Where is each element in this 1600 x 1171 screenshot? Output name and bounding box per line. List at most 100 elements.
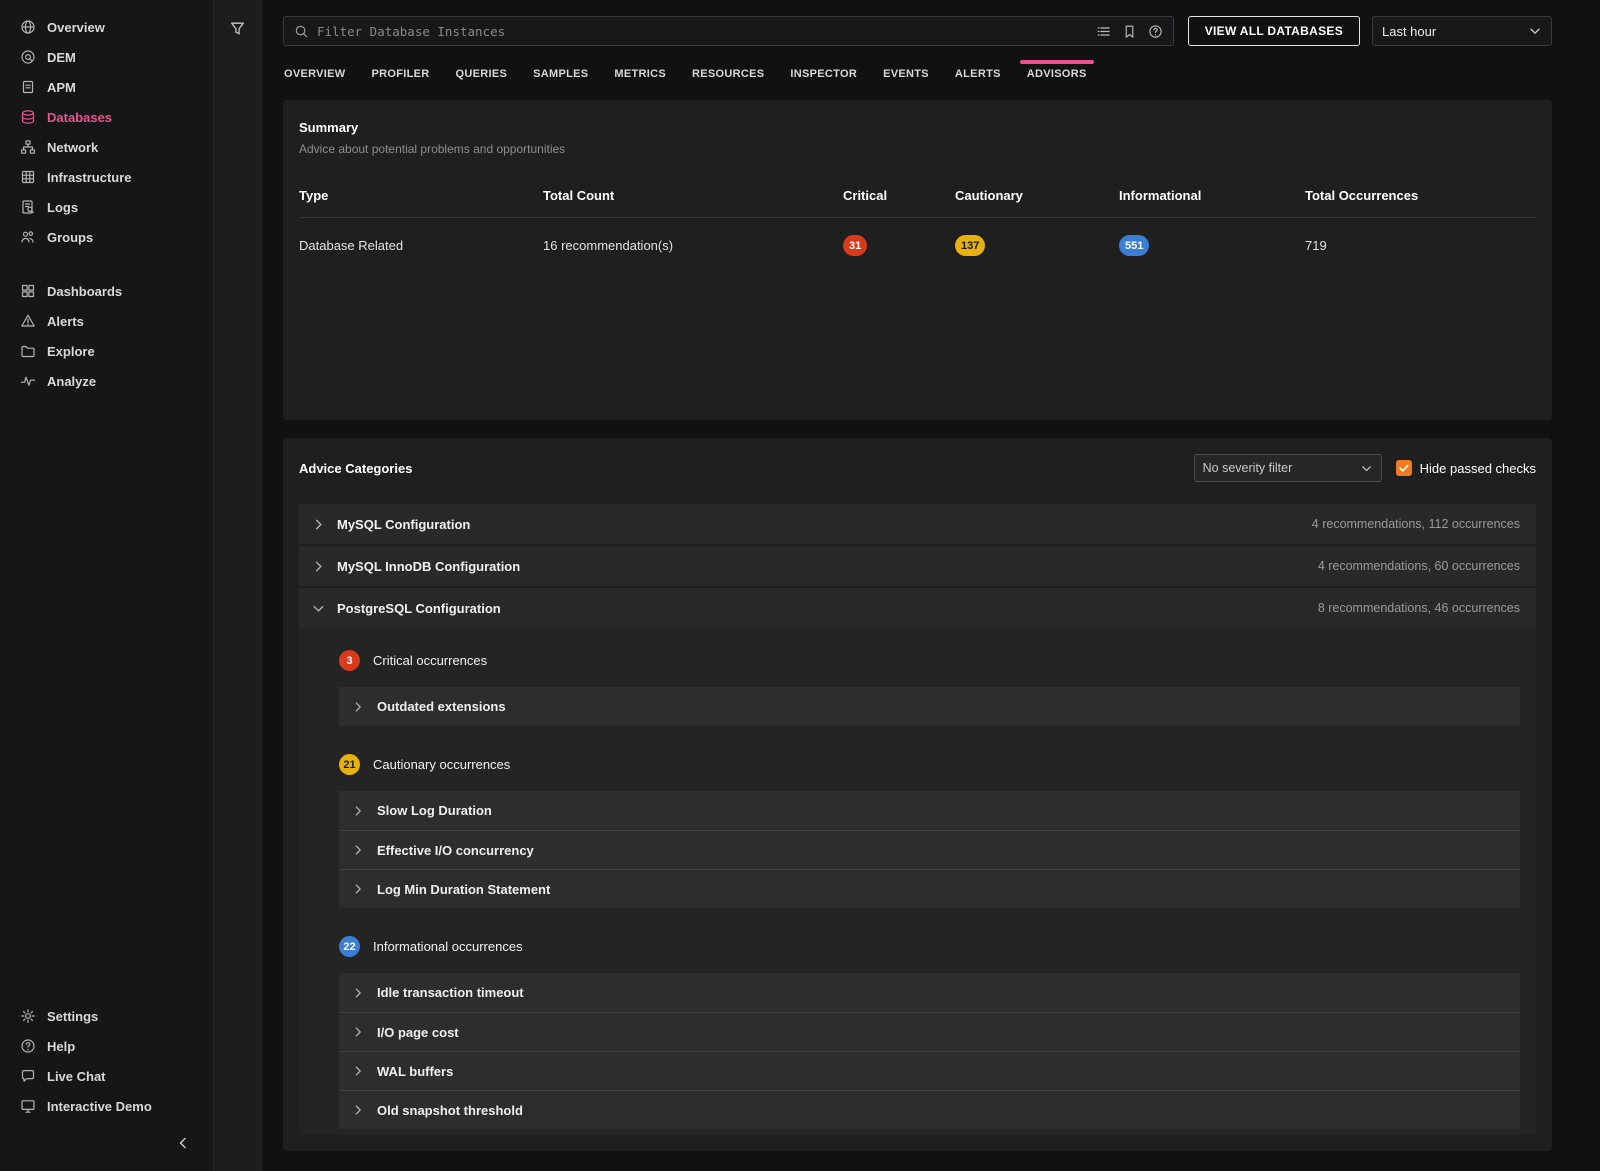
search-icon (294, 24, 309, 39)
advisor-row-wal-buffers[interactable]: WAL buffers (339, 1051, 1520, 1090)
severity-filter-value: No severity filter (1202, 461, 1293, 475)
list-view-icon[interactable] (1096, 24, 1111, 39)
sidebar-item-interactive-demo[interactable]: Interactive Demo (0, 1091, 213, 1121)
advisor-row-log-min-duration-statement[interactable]: Log Min Duration Statement (339, 869, 1520, 908)
tab-events[interactable]: EVENTS (882, 60, 930, 90)
database-icon (20, 109, 36, 125)
chevron-down-icon (1528, 24, 1542, 38)
tab-profiler[interactable]: PROFILER (371, 60, 431, 90)
advisor-label: Slow Log Duration (377, 803, 492, 818)
sidebar-item-label: Groups (47, 229, 94, 245)
sidebar-item-network[interactable]: Network (0, 132, 213, 162)
critical-group-badge: 3 (339, 650, 360, 671)
funnel-filter-icon[interactable] (229, 20, 246, 37)
search-input[interactable] (317, 23, 1088, 39)
folder-icon (20, 343, 36, 359)
column-header-total-count: Total Count (543, 188, 615, 203)
group-label: Critical occurrences (373, 653, 488, 668)
main-panel: VIEW ALL DATABASES Last hour OVERVIEW PR… (262, 0, 1600, 1171)
advisor-label: Old snapshot threshold (377, 1102, 523, 1118)
tab-metrics[interactable]: METRICS (613, 60, 667, 90)
advisor-label: Idle transaction timeout (377, 985, 524, 1000)
sidebar-item-groups[interactable]: Groups (0, 222, 213, 252)
sidebar-item-label: Overview (47, 19, 105, 35)
tab-resources[interactable]: RESOURCES (691, 60, 765, 90)
advisor-row-outdated-extensions[interactable]: Outdated extensions (339, 687, 1520, 726)
advisor-row-effective-io-concurrency[interactable]: Effective I/O concurrency (339, 830, 1520, 869)
cautionary-occurrences-heading: 21 Cautionary occurrences (339, 754, 1520, 775)
category-row-mysql-innodb-configuration[interactable]: MySQL InnoDB Configuration 4 recommendat… (299, 546, 1536, 586)
sidebar-item-dashboards[interactable]: Dashboards (0, 276, 213, 306)
sidebar-item-label: Alerts (47, 313, 84, 329)
sidebar-item-live-chat[interactable]: Live Chat (0, 1061, 213, 1091)
cell-total-count: 16 recommendation(s) (543, 238, 674, 253)
cautionary-group-badge: 21 (339, 754, 360, 775)
advisor-row-slow-log-duration[interactable]: Slow Log Duration (339, 791, 1520, 830)
category-label: MySQL Configuration (337, 516, 471, 532)
sidebar-item-databases[interactable]: Databases (0, 102, 213, 132)
topbar: VIEW ALL DATABASES Last hour (262, 0, 1600, 46)
monitor-icon (20, 1098, 36, 1114)
instance-filter-search[interactable] (283, 16, 1174, 46)
tab-inspector[interactable]: INSPECTOR (789, 60, 858, 90)
category-row-postgresql-configuration[interactable]: PostgreSQL Configuration 8 recommendatio… (299, 588, 1536, 628)
category-summary: 4 recommendations, 112 occurrences (1311, 517, 1520, 531)
advisor-label: Log Min Duration Statement (377, 881, 551, 897)
tab-samples[interactable]: SAMPLES (532, 60, 589, 90)
chevron-right-icon (351, 1103, 365, 1117)
sidebar-item-analyze[interactable]: Analyze (0, 366, 213, 396)
summary-table-row: Database Related 16 recommendation(s) 31… (299, 218, 1536, 273)
advisor-row-old-snapshot-threshold[interactable]: Old snapshot threshold (339, 1090, 1520, 1129)
advisor-row-io-page-cost[interactable]: I/O page cost (339, 1012, 1520, 1051)
sidebar-item-label: Live Chat (47, 1068, 106, 1084)
severity-filter-select[interactable]: No severity filter (1193, 454, 1382, 482)
tab-advisors[interactable]: ADVISORS (1019, 60, 1094, 90)
sidebar-item-explore[interactable]: Explore (0, 336, 213, 366)
summary-subtitle: Advice about potential problems and oppo… (299, 142, 566, 156)
chevron-down-icon (311, 601, 326, 616)
tab-bar: OVERVIEW PROFILER QUERIES SAMPLES METRIC… (262, 52, 1600, 90)
category-row-mysql-configuration[interactable]: MySQL Configuration 4 recommendations, 1… (299, 504, 1536, 544)
view-all-databases-button[interactable]: VIEW ALL DATABASES (1187, 16, 1360, 46)
sidebar-item-help[interactable]: Help (0, 1031, 213, 1061)
sidebar-item-logs[interactable]: Logs (0, 192, 213, 222)
advice-controls: No severity filter Hide passed checks (1193, 454, 1536, 482)
postgresql-expanded-panel: 3 Critical occurrences Outdated extensio… (299, 628, 1536, 1135)
tab-queries[interactable]: QUERIES (455, 60, 509, 90)
sidebar-item-label: Interactive Demo (47, 1098, 152, 1114)
cautionary-count-badge: 137 (955, 235, 986, 256)
sidebar-item-dem[interactable]: DEM (0, 42, 213, 72)
sidebar-item-label: Logs (47, 199, 79, 215)
sidebar-item-label: Explore (47, 343, 95, 359)
help-circle-icon[interactable] (1148, 24, 1163, 39)
group-label: Cautionary occurrences (373, 757, 511, 772)
globe-icon (20, 19, 36, 35)
advice-header: Advice Categories No severity filter Hid… (299, 454, 1536, 482)
hide-passed-checks-control[interactable]: Hide passed checks (1395, 460, 1536, 476)
tab-alerts[interactable]: ALERTS (954, 60, 1002, 90)
sidebar-item-overview[interactable]: Overview (0, 12, 213, 42)
tab-overview[interactable]: OVERVIEW (283, 60, 347, 90)
summary-table-header: Type Total Count Critical Cautionary Inf… (299, 178, 1536, 218)
gear-icon (20, 1008, 36, 1024)
sidebar-item-alerts[interactable]: Alerts (0, 306, 213, 336)
sidebar-item-apm[interactable]: APM (0, 72, 213, 102)
chevron-right-icon (351, 986, 365, 1000)
column-header-informational: Informational (1119, 188, 1202, 203)
time-range-select[interactable]: Last hour (1372, 16, 1552, 46)
sidebar-item-settings[interactable]: Settings (0, 1001, 213, 1031)
network-icon (20, 139, 36, 155)
category-summary: 8 recommendations, 46 occurrences (1317, 601, 1520, 615)
advisor-row-idle-transaction-timeout[interactable]: Idle transaction timeout (339, 973, 1520, 1012)
informational-count-badge: 551 (1119, 235, 1150, 256)
sidebar-item-infrastructure[interactable]: Infrastructure (0, 162, 213, 192)
logs-icon (20, 199, 36, 215)
bookmark-icon[interactable] (1122, 24, 1137, 39)
chevron-right-icon (311, 559, 326, 574)
chat-bubble-icon (20, 1068, 36, 1084)
search-toolbar (1096, 24, 1163, 39)
sidebar-collapse-button[interactable] (0, 1121, 213, 1167)
checkbox-checked[interactable] (1395, 460, 1412, 476)
sidebar-item-label: APM (47, 79, 76, 95)
content-area: Summary Advice about potential problems … (262, 90, 1600, 1171)
